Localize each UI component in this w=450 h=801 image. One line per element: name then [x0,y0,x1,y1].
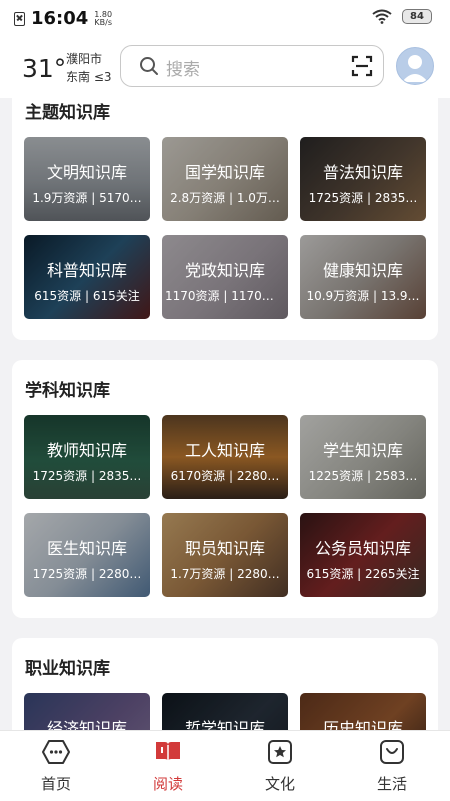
kb-tile-stats: 6170资源 | 2280… [170,469,280,483]
nav-label: 首页 [40,775,71,793]
kb-tile-name: 工人知识库 [184,441,265,460]
culture-icon [268,740,292,764]
weather-temperature[interactable]: 31° [22,54,66,83]
kb-tile-stats: 615资源 | 2265关注 [306,567,420,581]
kb-tile-name: 健康知识库 [322,261,403,280]
nav-label: 文化 [264,775,295,793]
kb-tile-name: 公务员知识库 [314,539,411,558]
kb-tile-name: 党政知识库 [184,261,265,280]
kb-tile-stats: 10.9万资源 | 13.9… [306,289,420,303]
battery-icon: 84 [402,9,432,24]
nav-home[interactable]: 首页 [21,739,91,794]
kb-tile-stats: 2.8万资源 | 1.0万… [170,191,280,205]
kb-tile-stats: 1725资源 | 2835… [308,191,418,205]
weather-wind: 东南 ≤3 [66,70,112,84]
network-speed: 1.80 KB/s [94,9,113,27]
kb-tile-stats: 1225资源 | 2583… [308,469,418,483]
kb-tile-stats: 1.9万资源 | 5170… [32,191,142,205]
search-placeholder: 搜索 [166,60,200,80]
section-card-theme: 主题知识库 文明知识库 1.9万资源 | 5170… 国学知识库 2.8万资源 … [12,88,438,340]
nav-culture[interactable]: 文化 [245,739,315,794]
avatar[interactable] [396,47,434,85]
kb-tile-name: 医生知识库 [46,539,127,558]
kb-tile-stats: 1170资源 | 1170关注 [165,289,286,303]
kb-tile-name: 科普知识库 [46,261,127,280]
kb-tile[interactable]: 文明知识库 1.9万资源 | 5170… [24,137,150,221]
notification-close-icon [14,11,25,26]
kb-tile-stats: 1.7万资源 | 2280… [170,567,280,581]
section-card-subject: 学科知识库 教师知识库 1725资源 | 2835… 工人知识库 6170资源 … [12,360,438,618]
kb-tile-name: 教师知识库 [46,441,127,460]
nav-read[interactable]: 阅读 [133,739,203,794]
kb-tile[interactable]: 党政知识库 1170资源 | 1170关注 [162,235,288,319]
kb-tile[interactable]: 学生知识库 1225资源 | 2583… [300,415,426,499]
kb-tile-stats: 1725资源 | 2835… [32,469,142,483]
kb-tile[interactable]: 职员知识库 1.7万资源 | 2280… [162,513,288,597]
home-icon [42,740,70,764]
wifi-icon [372,9,392,24]
kb-tile[interactable]: 教师知识库 1725资源 | 2835… [24,415,150,499]
kb-tile[interactable]: 国学知识库 2.8万资源 | 1.0万… [162,137,288,221]
kb-tile-stats: 615资源 | 615关注 [34,289,140,303]
kb-tile[interactable]: 医生知识库 1725资源 | 2280… [24,513,150,597]
kb-tile-name: 普法知识库 [322,163,403,182]
kb-tile[interactable]: 科普知识库 615资源 | 615关注 [24,235,150,319]
kb-tile-stats: 1725资源 | 2280… [32,567,142,581]
kb-tile-name: 学生知识库 [322,441,403,460]
weather-city: 濮阳市 [66,52,103,66]
search-icon [140,57,158,75]
book-icon [156,742,180,762]
search-input[interactable]: 搜索 [120,45,384,87]
kb-tile-name: 职员知识库 [184,539,265,558]
bottom-nav: 首页 阅读 文化 生活 [0,730,450,801]
kb-tile-name: 文明知识库 [46,163,127,182]
scan-icon[interactable] [351,55,373,77]
section-title: 学科知识库 [25,381,110,401]
status-time: 16:04 [31,8,89,29]
weather-location[interactable]: 濮阳市 东南 ≤3 [66,50,112,86]
section-title: 职业知识库 [25,659,110,679]
kb-tile[interactable]: 健康知识库 10.9万资源 | 13.9… [300,235,426,319]
nav-label: 阅读 [152,775,183,793]
life-icon [380,740,404,764]
kb-tile[interactable]: 普法知识库 1725资源 | 2835… [300,137,426,221]
nav-label: 生活 [376,775,407,793]
kb-tile-name: 国学知识库 [184,163,265,182]
status-bar: 16:04 1.80 KB/s 84 [0,0,450,36]
kb-tile[interactable]: 工人知识库 6170资源 | 2280… [162,415,288,499]
nav-life[interactable]: 生活 [357,739,427,794]
section-title: 主题知识库 [25,103,110,123]
user-icon [402,55,428,82]
kb-tile[interactable]: 公务员知识库 615资源 | 2265关注 [300,513,426,597]
